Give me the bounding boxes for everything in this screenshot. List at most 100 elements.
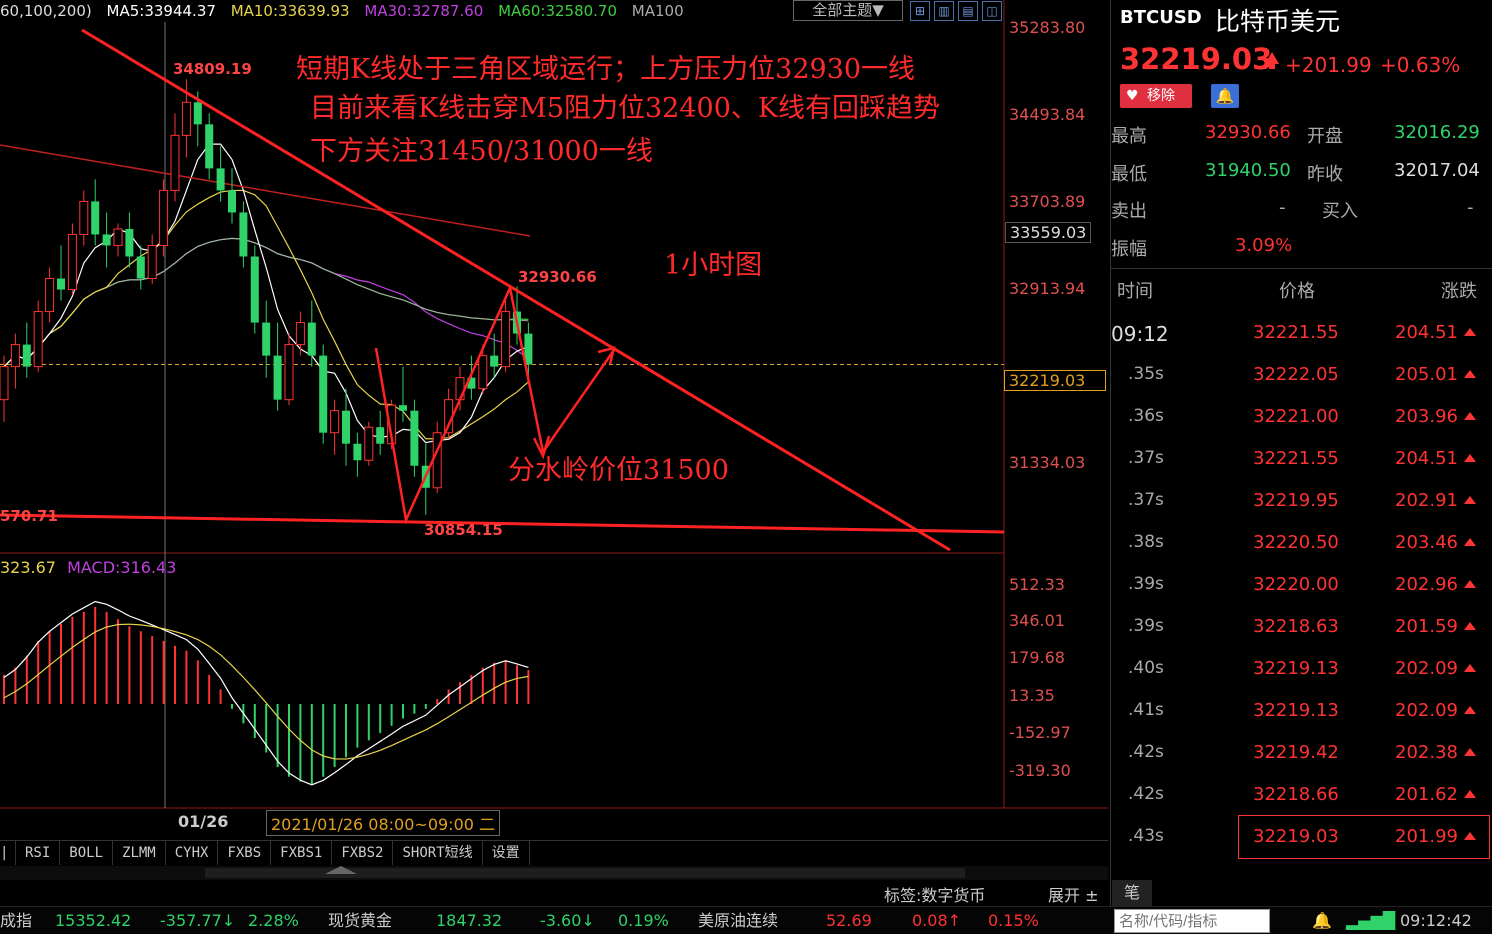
indicator-tab-short[interactable]: SHORT短线 bbox=[393, 841, 483, 865]
layout-icon[interactable]: ▤ bbox=[958, 1, 978, 21]
bell-icon[interactable]: 🔔 bbox=[1211, 84, 1239, 108]
macd-header: 323.67 MACD:316.43 bbox=[0, 558, 176, 577]
scrollbar-thumb[interactable] bbox=[205, 868, 965, 878]
candle-body bbox=[125, 228, 134, 257]
expand-button[interactable]: 展开 ± bbox=[1048, 882, 1099, 906]
ticker-change: -3.60↓ bbox=[540, 911, 595, 930]
window-icon[interactable]: ◫ bbox=[982, 1, 1002, 21]
trade-row: .42s 32218.66 201.62 bbox=[1111, 774, 1492, 816]
indicator-tabs: | RSI BOLL ZLMM CYHX FXBS FXBS1 FXBS2 SHORT短线 设置 bbox=[0, 840, 1108, 867]
candle-body bbox=[399, 405, 407, 411]
chart-icon[interactable]: ▥ bbox=[934, 1, 954, 21]
candle-body bbox=[113, 228, 123, 246]
price-axis-label: 35283.80 bbox=[1009, 18, 1086, 37]
indicator-tab-boll[interactable]: BOLL bbox=[60, 841, 114, 865]
candle-body bbox=[136, 256, 145, 279]
candle-body bbox=[57, 278, 65, 290]
candle-body bbox=[295, 322, 305, 346]
annotation-line-2: 目前来看K线击穿M5阻力位32400、K线有回踩趋势 bbox=[310, 93, 941, 124]
price-up-arrow-stem bbox=[1269, 63, 1275, 69]
trade-change: 202.96 bbox=[1395, 574, 1458, 595]
watershed-label: 分水岭价位31500 bbox=[508, 455, 729, 486]
trade-row: .39s 32218.63 201.59 bbox=[1111, 606, 1492, 648]
candle-body bbox=[159, 189, 169, 246]
trade-price: 32220.00 bbox=[1253, 574, 1339, 595]
candle-body bbox=[273, 355, 282, 400]
trade-change: 201.59 bbox=[1395, 616, 1458, 637]
kline-chart-svg[interactable] bbox=[0, 0, 1108, 840]
trade-price: 32219.13 bbox=[1253, 658, 1339, 679]
trades-change-header: 涨跌 bbox=[1441, 281, 1477, 302]
candle-body bbox=[216, 168, 225, 191]
trade-time: .37s bbox=[1128, 448, 1164, 468]
candle-body bbox=[67, 233, 77, 291]
trade-row: .40s 32219.13 202.09 bbox=[1111, 648, 1492, 690]
theme-select-button[interactable]: 全部主题▼ bbox=[793, 0, 903, 21]
high-point-label: 34809.19 bbox=[173, 60, 252, 78]
trade-change: 205.01 bbox=[1395, 364, 1458, 385]
search-input[interactable] bbox=[1114, 909, 1270, 933]
trade-time: .38s bbox=[1128, 532, 1164, 552]
ticker-pct: 0.15% bbox=[988, 911, 1039, 930]
ma5-line bbox=[3, 143, 529, 444]
trade-change: 203.96 bbox=[1395, 406, 1458, 427]
trade-time: .40s bbox=[1128, 658, 1164, 678]
indicator-tab-fxbs[interactable]: FXBS bbox=[218, 841, 272, 865]
trade-change: 202.09 bbox=[1395, 658, 1458, 679]
annotation-line-3: 下方关注31450/31000一线 bbox=[310, 136, 653, 167]
low-label: 最低 bbox=[1111, 164, 1147, 185]
candle-body bbox=[284, 344, 294, 401]
scroll-up-arrow-icon[interactable] bbox=[325, 866, 357, 874]
indicator-tab-cyhx[interactable]: CYHX bbox=[166, 841, 219, 865]
ticker-label: 成指 bbox=[0, 911, 33, 930]
trade-change: 204.51 bbox=[1395, 322, 1458, 343]
up-arrow-icon bbox=[1464, 412, 1476, 420]
kline-chart-area[interactable]: 60,100,200) MA5:33944.37 MA10:33639.93 M… bbox=[0, 0, 1108, 840]
candle-body bbox=[342, 410, 350, 444]
grid-icon[interactable]: ⊞ bbox=[910, 1, 930, 21]
trade-time: .39s bbox=[1128, 574, 1164, 594]
indicator-tab-cut[interactable]: | bbox=[0, 841, 16, 865]
candle-body bbox=[250, 256, 259, 323]
candle-body bbox=[147, 244, 157, 280]
trade-price: 32221.55 bbox=[1253, 322, 1339, 343]
trade-change: 201.62 bbox=[1395, 784, 1458, 805]
indicator-tab-fxbs1[interactable]: FXBS1 bbox=[271, 841, 333, 865]
trade-time: .36s bbox=[1128, 406, 1164, 426]
symbol-code: BTCUSD bbox=[1120, 7, 1202, 28]
up-arrow-icon bbox=[1464, 454, 1476, 462]
trade-price: 32219.42 bbox=[1253, 742, 1339, 763]
candle-body bbox=[410, 410, 419, 466]
timeframe-label: 1小时图 bbox=[664, 250, 763, 281]
trades-time-header: 时间 bbox=[1117, 281, 1153, 302]
ticker-value: 15352.42 bbox=[55, 911, 132, 930]
candle-body bbox=[91, 201, 100, 235]
trade-row: 09:12 32221.55 204.51 bbox=[1111, 312, 1492, 354]
indicator-tab-rsi[interactable]: RSI bbox=[16, 841, 61, 865]
notification-bell-icon[interactable]: 🔔 bbox=[1312, 907, 1332, 934]
up-arrow-icon bbox=[1464, 370, 1476, 378]
candle-body bbox=[239, 212, 248, 257]
candle-body bbox=[364, 426, 374, 461]
indicator-tab-zlmm[interactable]: ZLMM bbox=[113, 841, 166, 865]
trade-row: .37s 32219.95 202.91 bbox=[1111, 480, 1492, 522]
trade-time: .42s bbox=[1128, 784, 1164, 804]
chart-scrollbar[interactable] bbox=[0, 866, 1108, 880]
buy-label: 买入 bbox=[1322, 201, 1358, 222]
pen-tab[interactable]: 笔 bbox=[1112, 880, 1152, 906]
ticker-value: 52.69 bbox=[826, 911, 872, 930]
trade-row: .39s 32220.00 202.96 bbox=[1111, 564, 1492, 606]
candle-body bbox=[455, 377, 465, 401]
candle-body bbox=[432, 432, 442, 489]
indicator-tab-settings[interactable]: 设置 bbox=[483, 841, 530, 865]
candle-body bbox=[181, 101, 191, 136]
prev-close-label: 昨收 bbox=[1307, 164, 1343, 185]
candle-body bbox=[22, 344, 31, 367]
macd-axis-label: 512.33 bbox=[1009, 575, 1065, 594]
signal-strength-icon: ▂▄▆█ bbox=[1346, 911, 1396, 930]
up-arrow-icon bbox=[1464, 748, 1476, 756]
ticker-label: 现货黄金 bbox=[328, 911, 393, 930]
indicator-tab-fxbs2[interactable]: FXBS2 bbox=[332, 841, 394, 865]
remove-watch-button[interactable]: ♥ 移除 bbox=[1120, 84, 1192, 108]
trade-change: 202.09 bbox=[1395, 700, 1458, 721]
